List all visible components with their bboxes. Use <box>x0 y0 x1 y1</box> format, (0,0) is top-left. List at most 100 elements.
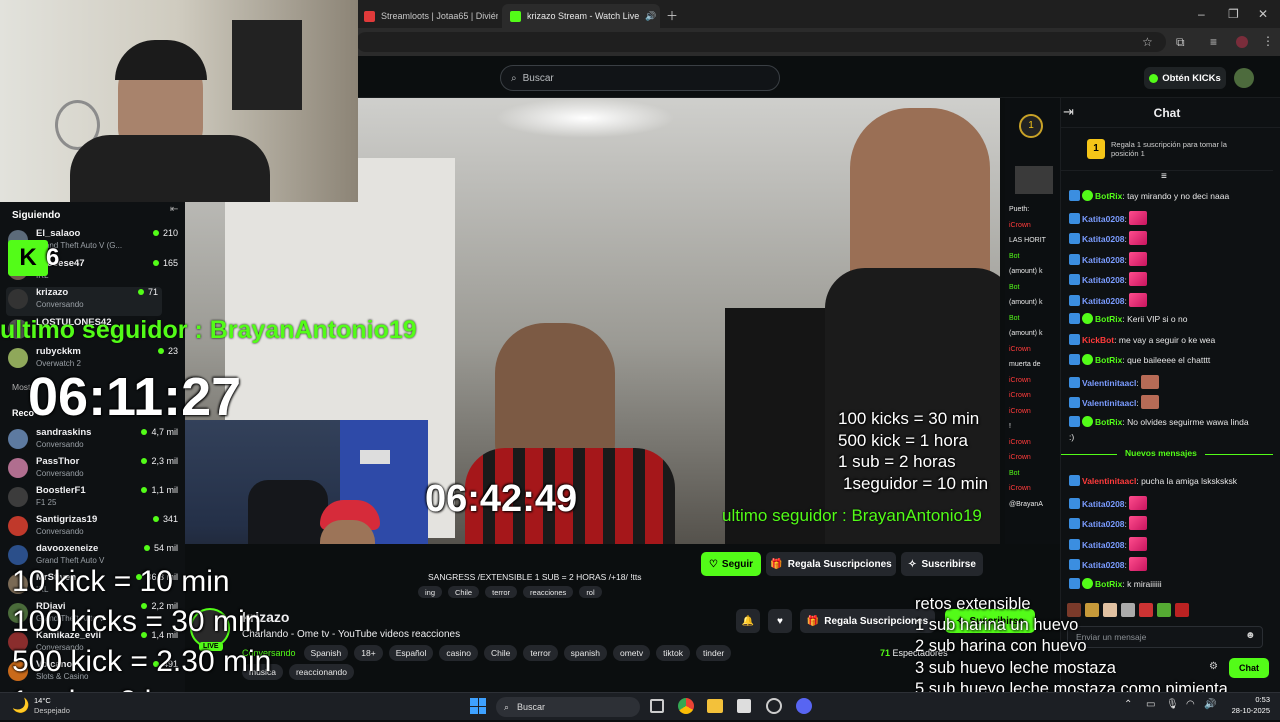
profile-avatar[interactable] <box>1236 36 1248 48</box>
sidebar-recommended-boostlerf1[interactable]: BoostlerF1 F1 25 1,1 mil <box>8 485 178 514</box>
chat-username[interactable]: Katita0208 <box>1082 540 1125 550</box>
obten-kicks-label: Obtén KICKs <box>1162 72 1221 84</box>
collapse-sidebar-icon[interactable]: ⇤ <box>170 204 178 215</box>
network-icon[interactable]: ▭ <box>1146 699 1155 710</box>
tag[interactable]: reaccionando <box>288 664 354 680</box>
tag[interactable]: terror <box>485 586 518 598</box>
tag[interactable]: casino <box>439 645 478 661</box>
seguir-button[interactable]: ♡ Seguir <box>701 552 761 576</box>
chat-username[interactable]: BotRix <box>1095 191 1122 201</box>
viewer-count-value: 71 <box>147 287 158 297</box>
maximize-icon[interactable]: ❐ <box>1228 7 1239 21</box>
chat-text: k miraiiiiii <box>1127 578 1162 589</box>
discord-app-icon[interactable] <box>796 698 812 714</box>
sidebar-following-krizazo[interactable]: krizazo Conversando 71 <box>6 287 162 316</box>
obten-kicks-button[interactable]: Obtén KICKs <box>1144 67 1226 89</box>
chat-username[interactable]: Valentinitaacl <box>1082 398 1136 408</box>
volume-icon[interactable]: 🔊 <box>1204 699 1216 710</box>
bookmark-star-icon[interactable]: ☆ <box>1142 35 1153 49</box>
send-chat-button[interactable]: Chat <box>1229 658 1269 678</box>
chat-username[interactable]: Katita0208 <box>1082 296 1125 306</box>
chat-username[interactable]: Katita0208 <box>1082 499 1125 509</box>
send-label: Chat <box>1239 663 1259 673</box>
tag[interactable]: Chile <box>483 645 518 661</box>
stream-title: Charlando - Ome tv - YouTube videos reac… <box>242 629 461 640</box>
follow-heart-icon[interactable]: ♥ <box>768 609 792 633</box>
task-view-icon[interactable] <box>650 699 664 713</box>
chrome-app-icon[interactable] <box>678 698 694 714</box>
weather-temp[interactable]: 14°C <box>34 696 51 705</box>
chat-message: Katita0208: <box>1069 210 1274 225</box>
store-app-icon[interactable] <box>737 699 751 713</box>
chat-username[interactable]: Katita0208 <box>1082 519 1125 529</box>
media-controls-icon[interactable]: ≡ <box>1210 35 1217 49</box>
nuevos-mensajes-label: Nuevos mensajes <box>1117 448 1205 458</box>
chat-username[interactable]: Valentinitaacl <box>1082 476 1136 486</box>
viewer-count: 341 <box>152 514 178 524</box>
rank-medal-icon: 1 <box>1087 139 1105 159</box>
chrome-menu-icon[interactable]: ⋮ <box>1262 34 1274 48</box>
channel-name: El_salaoo <box>36 228 81 239</box>
minimize-icon[interactable]: – <box>1198 7 1205 21</box>
windows-start-icon[interactable] <box>470 698 486 714</box>
taskbar-search-label: Buscar <box>517 702 546 712</box>
chat-message: BotRix: k miraiiiiii <box>1069 577 1274 590</box>
extensions-icon[interactable]: ⧉ <box>1176 35 1185 50</box>
browser-tab-streamloots[interactable]: Streamloots | Jotaa65 | Diviérte ✕ <box>356 4 498 28</box>
viewer-count: 23 <box>157 346 178 356</box>
tag[interactable]: Spanish <box>303 645 349 661</box>
tray-chevron-icon[interactable]: ⌃ <box>1124 699 1132 710</box>
notifications-bell-icon[interactable]: 🔔 <box>736 609 760 633</box>
tag[interactable]: tinder <box>695 645 732 661</box>
sidebar-recommended-santigrizas19[interactable]: Santigrizas19 Conversando 341 <box>8 514 178 543</box>
tag[interactable]: rol <box>579 586 602 598</box>
tag[interactable]: Español <box>388 645 434 661</box>
regala-suscripciones-button[interactable]: 🎁 Regala Suscripciones <box>766 552 896 576</box>
wifi-icon[interactable]: ◠ <box>1186 699 1195 710</box>
countdown-timer-left: 06:11:27 <box>28 367 242 427</box>
user-avatar[interactable] <box>1234 68 1254 88</box>
chat-username[interactable]: BotRix <box>1095 579 1122 589</box>
filter-icon[interactable]: ≡ <box>1161 171 1167 182</box>
emoji-picker-icon[interactable]: ☻ <box>1245 630 1256 641</box>
tag[interactable]: ometv <box>612 645 651 661</box>
tag[interactable]: tiktok <box>656 645 690 661</box>
sidebar-recommended-sandraskins[interactable]: sandraskins Conversando 4,7 mil <box>8 427 178 456</box>
chat-username[interactable]: Katita0208 <box>1082 560 1125 570</box>
chat-username[interactable]: Katita0208 <box>1082 275 1125 285</box>
tag[interactable]: spanish <box>563 645 607 661</box>
sidebar-recommended-passthor[interactable]: PassThor Conversando 2,3 mil <box>8 456 178 485</box>
kick-count-overlay: 6 <box>46 244 60 271</box>
obs-app-icon[interactable] <box>766 698 782 714</box>
clock-time[interactable]: 0:53 <box>1222 695 1270 704</box>
search-input[interactable]: ⌕ Buscar <box>500 65 780 91</box>
chat-username[interactable]: BotRix <box>1095 314 1122 324</box>
chat-username[interactable]: Katita0208 <box>1082 214 1125 224</box>
chat-username[interactable]: Katita0208 <box>1082 234 1125 244</box>
chat-username[interactable]: Katita0208 <box>1082 255 1125 265</box>
chat-promo[interactable]: 1 Regala 1 suscripción para tomar la pos… <box>1061 129 1273 171</box>
tag[interactable]: 18+ <box>354 645 383 661</box>
microphone-icon[interactable]: 🎙 <box>1166 699 1179 710</box>
chat-username[interactable]: BotRix <box>1095 417 1122 427</box>
chat-username[interactable]: BotRix <box>1095 355 1122 365</box>
file-explorer-icon[interactable] <box>707 699 723 713</box>
suscribirse-button[interactable]: ✧ Suscribirse <box>901 552 983 576</box>
chat-message: Valentinitaacl: <box>1069 374 1274 389</box>
speaker-icon[interactable]: 🔊 <box>645 11 656 22</box>
tag[interactable]: Chile <box>448 586 480 598</box>
new-tab-icon[interactable]: ＋ <box>666 7 678 24</box>
rule-line: 100 kicks = 30 min <box>12 605 262 638</box>
viewer-count: 210 <box>152 228 178 238</box>
close-window-icon[interactable]: ✕ <box>1258 7 1268 21</box>
chat-username[interactable]: KickBot <box>1082 335 1114 345</box>
tag[interactable]: reacciones <box>523 586 574 598</box>
viewer-count-value: 165 <box>162 258 178 268</box>
tag[interactable]: ing <box>418 586 443 598</box>
chat-username[interactable]: Valentinitaacl <box>1082 378 1136 388</box>
channel-name: krizazo <box>36 287 69 298</box>
taskbar-search[interactable]: ⌕ Buscar <box>496 697 640 717</box>
browser-tab-krizazo[interactable]: krizazo Stream - Watch Live 🔊 ✕ <box>502 4 660 28</box>
tag[interactable]: terror <box>523 645 558 661</box>
url-field[interactable] <box>356 32 1166 52</box>
